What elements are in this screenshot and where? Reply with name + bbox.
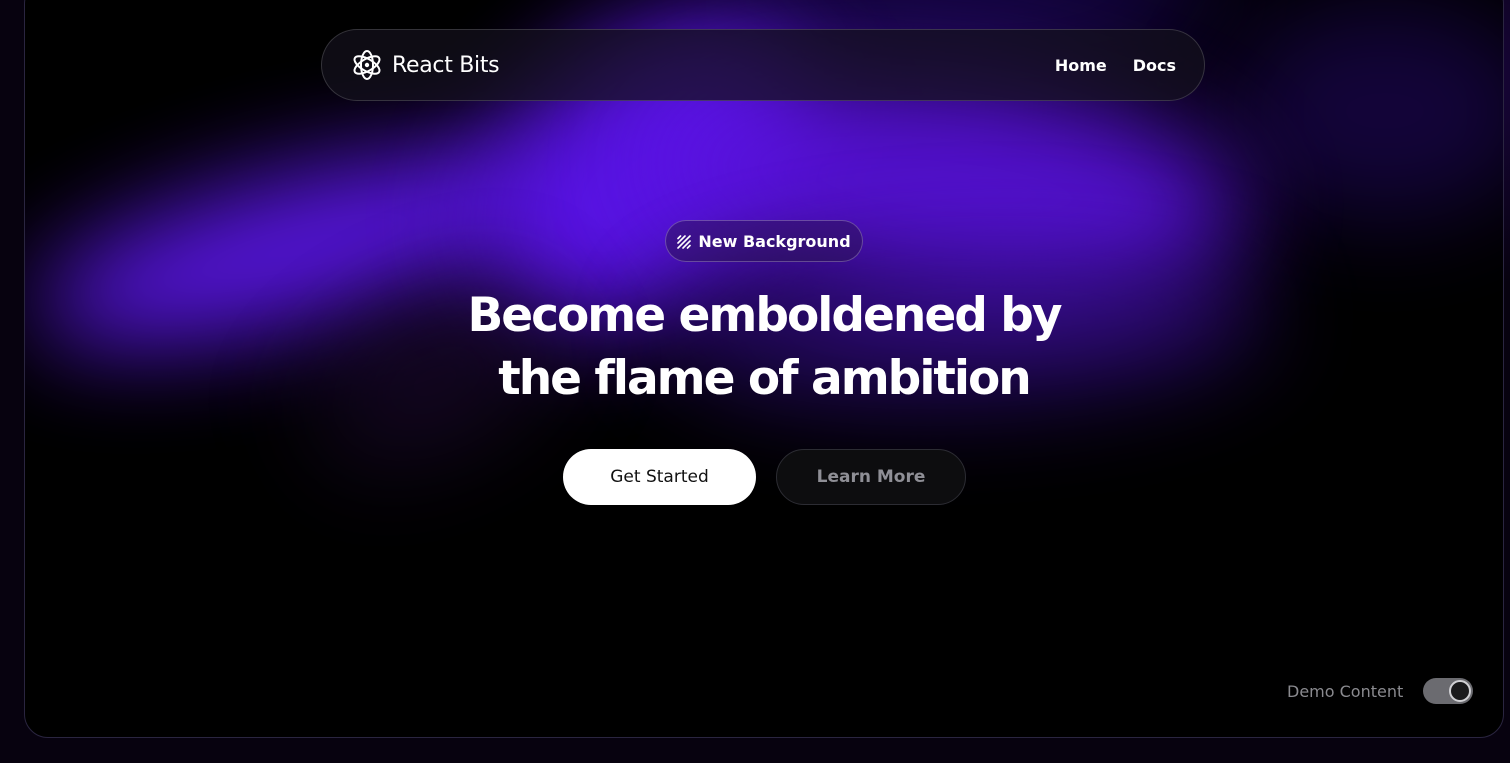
badge-label: New Background <box>698 231 851 251</box>
learn-more-button[interactable]: Learn More <box>776 449 966 505</box>
headline-line-1: Become emboldened by <box>467 288 1062 343</box>
hero-headline: Become emboldened by the flame of ambiti… <box>314 284 1214 410</box>
demo-content-control: Demo Content <box>1287 678 1474 704</box>
headline-line-2: the flame of ambition <box>498 351 1032 406</box>
hero-stage: React Bits Home Docs New Background Beco… <box>24 0 1504 738</box>
toggle-knob <box>1449 680 1472 702</box>
page: React Bits Home Docs New Background Beco… <box>0 0 1510 763</box>
hatched-square-icon <box>677 234 692 249</box>
hero: New Background Become emboldened by the … <box>25 0 1503 737</box>
demo-content-toggle[interactable] <box>1423 678 1474 704</box>
get-started-button[interactable]: Get Started <box>563 449 756 505</box>
new-background-badge[interactable]: New Background <box>665 220 863 262</box>
demo-content-label: Demo Content <box>1287 681 1404 701</box>
